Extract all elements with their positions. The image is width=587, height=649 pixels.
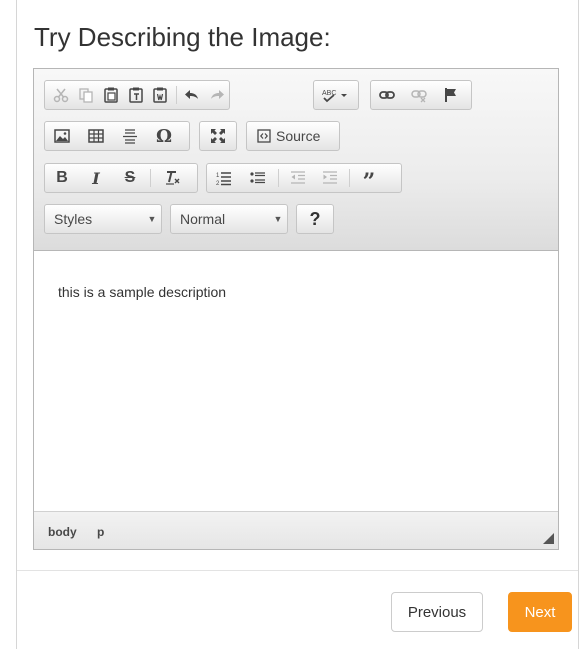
format-dropdown-label: Normal bbox=[180, 211, 226, 227]
paste-text-icon[interactable] bbox=[123, 81, 148, 109]
chevron-down-icon: ▼ bbox=[147, 214, 157, 224]
toolbar-separator bbox=[278, 169, 279, 187]
path-item-p[interactable]: p bbox=[97, 525, 104, 539]
increase-indent-icon[interactable] bbox=[314, 164, 346, 192]
path-item-body[interactable]: body bbox=[48, 525, 77, 539]
table-icon[interactable] bbox=[79, 122, 113, 150]
paste-icon[interactable] bbox=[98, 81, 123, 109]
paragraph-group: 12 ” bbox=[206, 163, 402, 195]
spellcheck-group: ABC bbox=[313, 80, 359, 110]
link-icon[interactable] bbox=[371, 81, 403, 109]
maximize-group bbox=[199, 121, 237, 151]
clipboard-group bbox=[44, 80, 230, 110]
source-label: Source bbox=[276, 128, 321, 144]
next-button[interactable]: Next bbox=[508, 592, 572, 632]
source-doc-icon bbox=[257, 129, 271, 143]
help-group: ? bbox=[296, 204, 334, 234]
special-char-icon[interactable]: Ω bbox=[147, 122, 181, 150]
previous-button[interactable]: Previous bbox=[391, 592, 483, 632]
paste-word-icon[interactable] bbox=[148, 81, 173, 109]
strikethrough-icon[interactable]: S bbox=[113, 164, 147, 192]
blockquote-icon[interactable]: ” bbox=[353, 164, 385, 195]
unlink-icon[interactable] bbox=[403, 81, 435, 109]
anchor-flag-icon[interactable] bbox=[435, 81, 467, 109]
styles-dropdown-label: Styles bbox=[54, 211, 93, 227]
numbered-list-icon[interactable]: 12 bbox=[207, 164, 241, 192]
svg-text:2: 2 bbox=[216, 181, 220, 186]
toolbar-separator bbox=[175, 86, 177, 104]
bulleted-list-icon[interactable] bbox=[241, 164, 275, 192]
maximize-icon[interactable] bbox=[200, 122, 236, 150]
copy-icon[interactable] bbox=[74, 81, 99, 109]
remove-format-icon[interactable] bbox=[154, 164, 192, 192]
links-group bbox=[370, 80, 472, 110]
image-icon[interactable] bbox=[45, 122, 79, 150]
page-title: Try Describing the Image: bbox=[34, 22, 331, 52]
basic-styles-group: B I S bbox=[44, 163, 198, 193]
italic-icon[interactable]: I bbox=[79, 164, 113, 192]
redo-icon[interactable] bbox=[204, 81, 229, 109]
bold-icon[interactable]: B bbox=[45, 164, 79, 192]
decrease-indent-icon[interactable] bbox=[282, 164, 314, 192]
question-panel: Try Describing the Image: ABC Ω Source B… bbox=[16, 0, 579, 649]
horizontal-line-icon[interactable] bbox=[113, 122, 147, 150]
undo-icon[interactable] bbox=[180, 81, 205, 109]
resize-handle-icon[interactable] bbox=[543, 533, 554, 544]
format-dropdown[interactable]: Normal ▼ bbox=[170, 204, 288, 234]
element-path-bar: body p bbox=[34, 511, 558, 549]
source-group: Source bbox=[246, 121, 340, 151]
chevron-down-icon: ▼ bbox=[273, 214, 283, 224]
styles-dropdown[interactable]: Styles ▼ bbox=[44, 204, 162, 234]
help-button[interactable]: ? bbox=[297, 205, 333, 233]
toolbar-separator bbox=[150, 169, 151, 187]
footer-divider bbox=[17, 570, 578, 571]
spellcheck-icon[interactable]: ABC bbox=[314, 81, 358, 109]
insert-group: Ω bbox=[44, 121, 190, 151]
rich-text-editor: ABC Ω Source B I S 1 2 ” Styles ▼ Normal… bbox=[33, 68, 559, 550]
cut-icon[interactable] bbox=[49, 81, 74, 109]
svg-text:1: 1 bbox=[216, 173, 220, 179]
editor-toolbar: ABC Ω Source B I S 1 2 ” Styles ▼ Normal… bbox=[34, 69, 558, 251]
editor-content-area[interactable]: this is a sample description bbox=[34, 251, 558, 509]
toolbar-separator bbox=[349, 169, 350, 187]
editor-text: this is a sample description bbox=[58, 284, 227, 300]
source-button[interactable]: Source bbox=[247, 122, 339, 150]
